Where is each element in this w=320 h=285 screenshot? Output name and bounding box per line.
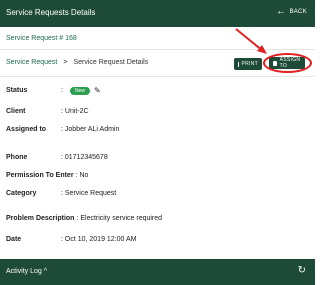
arrow-left-icon: ← <box>276 6 287 17</box>
breadcrumb-separator: > <box>63 59 68 66</box>
client-label: Client <box>6 108 26 115</box>
print-button[interactable]: PRINT <box>234 58 262 70</box>
category-value: : Service Request <box>61 190 117 197</box>
problem-row: Problem Description : Electricity servic… <box>6 215 306 222</box>
category-row: Category : Service Request <box>6 190 306 197</box>
client-row: Client : Unit-2C <box>6 108 306 115</box>
category-label: Category <box>6 190 37 197</box>
activity-log-bar: Activity Log ^ ↻ <box>0 259 315 285</box>
phone-label: Phone <box>6 154 28 161</box>
back-label: BACK <box>289 8 307 15</box>
annotation-arrow <box>235 28 267 54</box>
assigned-row: Assigned to : Jobber ALi Admin <box>6 126 306 133</box>
status-label: Status <box>6 87 28 94</box>
problem-value: : Electricity service required <box>76 215 163 222</box>
client-value: : Unit-2C <box>61 108 89 115</box>
phone-row: Phone : 01712345678 <box>6 154 306 161</box>
breadcrumb: Service Request > Service Request Detail… <box>6 59 148 66</box>
status-badge: New <box>69 86 90 95</box>
phone-value: : 01712345678 <box>61 154 108 161</box>
divider <box>0 76 315 77</box>
print-label: PRINT <box>241 61 258 67</box>
back-button[interactable]: ← BACK <box>276 6 307 17</box>
permission-row: Permission To Enter : No <box>6 172 306 179</box>
breadcrumb-current: Service Request Details <box>73 59 149 66</box>
permission-value: : No <box>75 172 89 179</box>
breadcrumb-link[interactable]: Service Request <box>6 59 57 66</box>
status-row: Status : New ✎ <box>6 86 306 95</box>
pencil-icon[interactable]: ✎ <box>94 86 101 95</box>
date-label: Date <box>6 236 22 243</box>
problem-label: Problem Description <box>6 215 75 222</box>
permission-label: Permission To Enter <box>6 172 74 179</box>
assigned-label: Assigned to <box>6 126 47 133</box>
status-colon: : <box>61 87 63 94</box>
page-title: Service Requests Details <box>6 8 96 17</box>
refresh-icon[interactable]: ↻ <box>298 265 306 276</box>
activity-log-toggle[interactable]: Activity Log ^ <box>6 268 47 275</box>
date-value: : Oct 10, 2019 12:00 AM <box>61 236 137 243</box>
request-number: Service Request # 168 <box>6 35 77 42</box>
assigned-value: : Jobber ALi Admin <box>61 126 120 133</box>
header-bar: Service Requests Details ← BACK <box>0 0 315 27</box>
printer-icon <box>238 61 239 67</box>
date-row: Date : Oct 10, 2019 12:00 AM <box>6 236 306 243</box>
